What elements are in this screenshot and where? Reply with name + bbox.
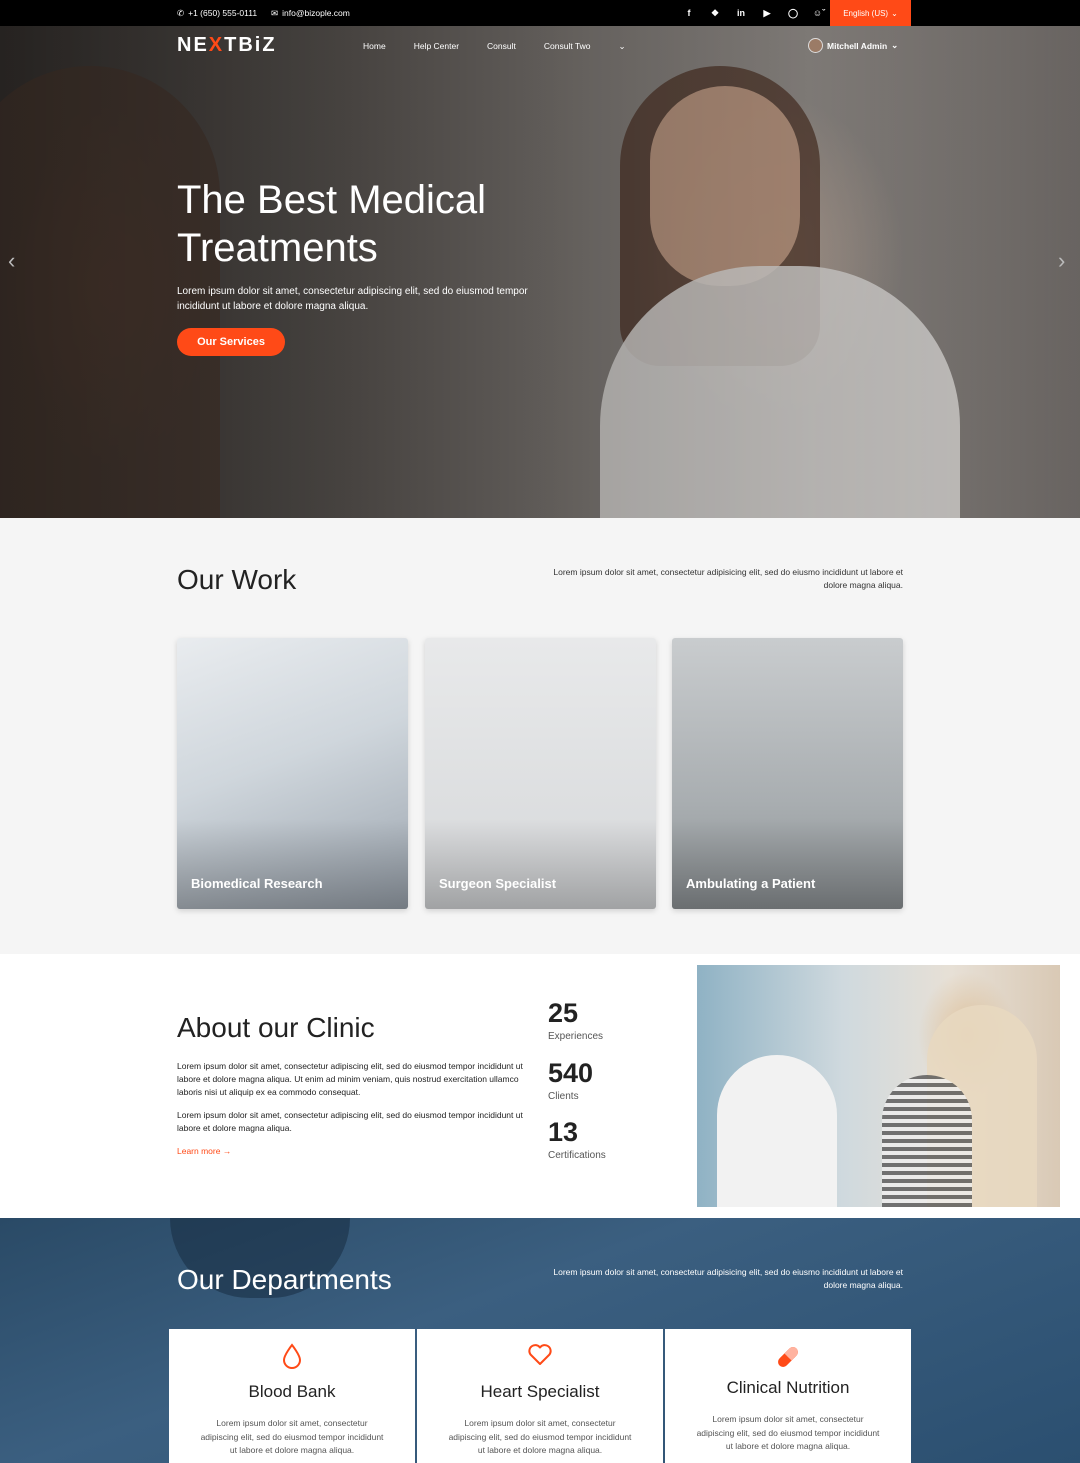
section-title: Our Departments [177,1264,392,1295]
stat-label: Clients [548,1091,579,1102]
work-card-caption: Surgeon Specialist [439,876,557,891]
about-paragraph-2: Lorem ipsum dolor sit amet, consectetur … [177,1110,523,1133]
pill-icon [665,1343,911,1369]
nav-more-chevron-icon[interactable]: ⌄ [619,41,626,52]
about-section: About our Clinic Lorem ipsum dolor sit a… [0,954,1080,1218]
heart-icon [417,1343,663,1369]
stat-value: 13 [548,1117,579,1147]
main-nav: NEXTBiZ Home Help Center Consult Consult… [0,26,1080,66]
twitter-icon[interactable]: ❖ [702,8,728,19]
logo[interactable]: NEXTBiZ [177,34,277,57]
facebook-icon[interactable]: f [676,8,702,18]
work-card-ambulating-patient[interactable]: Ambulating a Patient [672,638,903,909]
stat-experiences: 25 Experiences [548,998,603,1042]
carousel-next-icon[interactable]: › [1058,248,1065,274]
department-title: Blood Bank [248,1382,336,1401]
language-selector[interactable]: English (US) ⌄ [830,0,911,26]
our-work-section: Our Work Lorem ipsum dolor sit amet, con… [0,518,1080,954]
department-title: Clinical Nutrition [726,1378,850,1397]
hero-subtitle: Lorem ipsum dolor sit amet, consectetur … [177,286,528,312]
learn-more-link[interactable]: Learn more → [177,1146,231,1156]
section-intro: Lorem ipsum dolor sit amet, consectetur … [553,1267,903,1290]
phone-link[interactable]: ✆ +1 (650) 555-0111 [177,8,257,19]
nav-item-consult[interactable]: Consult [487,41,516,52]
work-card-caption: Biomedical Research [191,876,323,891]
section-intro: Lorem ipsum dolor sit amet, consectetur … [553,567,903,590]
carousel-prev-icon[interactable]: ‹ [8,248,15,274]
department-card-clinical-nutrition[interactable]: Clinical Nutrition Lorem ipsum dolor sit… [665,1329,911,1463]
stat-value: 540 [548,1058,594,1088]
envelope-icon: ✉ [271,7,279,18]
section-title: Our Work [177,564,297,595]
nav-item-consult-two[interactable]: Consult Two [544,41,591,52]
stat-certifications: 13 Certifications [548,1117,606,1161]
department-card-blood-bank[interactable]: Blood Bank Lorem ipsum dolor sit amet, c… [169,1329,415,1463]
user-menu[interactable]: Mitchell Admin ⌄ [808,38,898,53]
phone-number: +1 (650) 555-0111 [188,8,258,18]
email-address: info@bizople.com [282,8,350,18]
stat-label: Experiences [548,1031,604,1042]
work-card-caption: Ambulating a Patient [686,876,816,891]
chevron-down-icon: ⌄ [891,40,899,50]
department-description: Lorem ipsum dolor sit amet, consectetur … [200,1418,384,1455]
linkedin-icon[interactable]: in [728,8,754,18]
email-link[interactable]: ✉ info@bizople.com [271,8,350,19]
hero-banner: NEXTBiZ Home Help Center Consult Consult… [0,26,1080,518]
phone-icon: ✆ [177,7,185,18]
department-title: Heart Specialist [480,1382,600,1401]
department-description: Lorem ipsum dolor sit amet, consectetur … [696,1414,880,1451]
nav-item-help-center[interactable]: Help Center [414,41,459,52]
work-card-biomedical-research[interactable]: Biomedical Research [177,638,408,909]
hero-title: The Best Medical Treatments [177,178,487,270]
blood-drop-icon [169,1343,415,1369]
user-name: Mitchell Admin [827,40,888,51]
clinic-photo [697,965,1060,1207]
instagram-icon[interactable]: ◯ [780,8,806,19]
section-title: About our Clinic [177,1012,375,1043]
youtube-icon[interactable]: ▶ [754,8,780,19]
avatar [808,38,823,53]
language-label: English (US) [843,8,889,18]
stat-label: Certifications [548,1150,606,1161]
about-paragraph-1: Lorem ipsum dolor sit amet, consectetur … [177,1061,523,1097]
stat-value: 25 [548,998,579,1028]
department-description: Lorem ipsum dolor sit amet, consectetur … [448,1418,632,1455]
department-card-heart-specialist[interactable]: Heart Specialist Lorem ipsum dolor sit a… [417,1329,663,1463]
our-services-button[interactable]: Our Services [177,328,285,356]
nav-item-home[interactable]: Home [363,41,386,52]
top-bar: ✆ +1 (650) 555-0111 ✉ info@bizople.com f… [0,0,1080,26]
nav-menu: Home Help Center Consult Consult Two ⌄ [363,41,654,52]
social-links: f ❖ in ▶ ◯ ☺ˇ [676,0,832,26]
departments-section: Our Departments Lorem ipsum dolor sit am… [0,1218,1080,1463]
work-card-surgeon-specialist[interactable]: Surgeon Specialist [425,638,656,909]
chevron-down-icon: ⌄ [891,8,898,18]
account-icon[interactable]: ☺ˇ [806,8,832,18]
stat-clients: 540 Clients [548,1058,593,1102]
contact-info: ✆ +1 (650) 555-0111 ✉ info@bizople.com [177,0,350,26]
